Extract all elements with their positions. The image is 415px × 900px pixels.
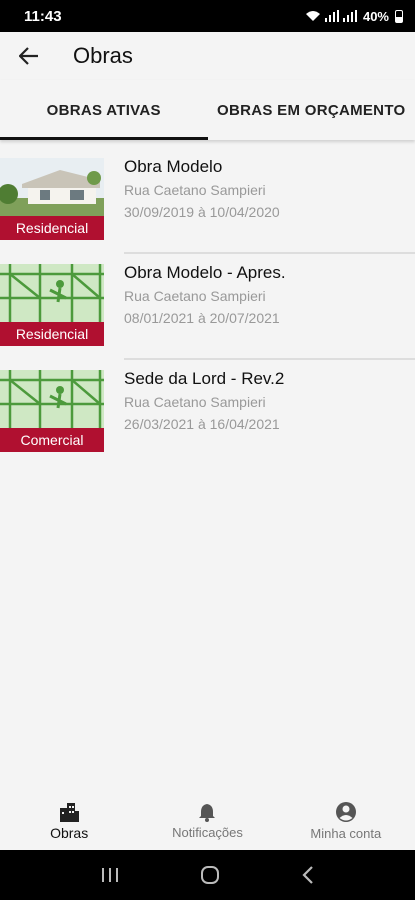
nav-minha-conta[interactable]: Minha conta — [277, 792, 415, 850]
category-badge: Residencial — [0, 322, 104, 346]
app-bar: Obras — [0, 32, 415, 80]
bottom-nav: Obras Notificações Minha conta — [0, 792, 415, 850]
bell-icon — [199, 804, 216, 822]
nav-label: Notificações — [172, 825, 243, 840]
obra-address: Rua Caetano Sampieri — [124, 394, 266, 410]
obra-address: Rua Caetano Sampieri — [124, 182, 266, 198]
home-icon[interactable] — [200, 865, 220, 885]
nav-obras[interactable]: Obras — [0, 792, 138, 850]
nav-label: Minha conta — [310, 826, 382, 841]
wifi-icon — [305, 11, 320, 21]
signal-icon-2 — [342, 10, 357, 22]
obra-dates: 08/01/2021 à 20/07/2021 — [124, 310, 280, 326]
tab-obras-em-orcamento[interactable]: OBRAS EM ORÇAMENTO — [208, 80, 415, 140]
tab-obras-ativas[interactable]: OBRAS ATIVAS — [0, 80, 208, 140]
obra-dates: 30/09/2019 à 10/04/2020 — [124, 204, 280, 220]
category-badge: Comercial — [0, 428, 104, 452]
page-title: Obras — [73, 43, 133, 68]
obra-title: Obra Modelo - Apres. — [124, 263, 286, 282]
status-bar: 11:43 40% — [0, 0, 415, 32]
nav-notificacoes[interactable]: Notificações — [138, 792, 276, 850]
obra-thumbnail-scaffold — [0, 264, 104, 322]
system-nav-bar — [0, 850, 415, 900]
account-circle-icon — [335, 802, 356, 822]
obra-thumbnail-house — [0, 158, 104, 216]
obra-dates: 26/03/2021 à 16/04/2021 — [124, 416, 280, 432]
back-button[interactable] — [0, 32, 58, 80]
obras-list: Residencial Obra Modelo Rua Caetano Samp… — [0, 148, 415, 466]
list-item[interactable]: Comercial Sede da Lord - Rev.2 Rua Caeta… — [0, 360, 415, 466]
obra-title: Sede da Lord - Rev.2 — [124, 369, 285, 388]
obra-address: Rua Caetano Sampieri — [124, 288, 266, 304]
back-nav-icon[interactable] — [301, 865, 315, 885]
obra-thumbnail-scaffold — [0, 370, 104, 428]
recent-apps-icon[interactable] — [100, 866, 120, 884]
tab-bar: OBRAS ATIVAS OBRAS EM ORÇAMENTO — [0, 80, 415, 140]
buildings-icon — [60, 802, 80, 822]
battery-percent: 40% — [362, 8, 389, 24]
status-time: 11:43 — [24, 7, 62, 25]
obra-title: Obra Modelo — [124, 157, 223, 176]
signal-icon — [324, 10, 339, 22]
category-badge: Residencial — [0, 216, 104, 240]
battery-icon — [395, 9, 403, 23]
list-item[interactable]: Residencial Obra Modelo Rua Caetano Samp… — [0, 148, 415, 254]
status-icons: 40% — [305, 9, 403, 24]
list-item[interactable]: Residencial Obra Modelo - Apres. Rua Cae… — [0, 254, 415, 360]
nav-label: Obras — [50, 824, 89, 841]
arrow-left-icon — [19, 47, 38, 65]
